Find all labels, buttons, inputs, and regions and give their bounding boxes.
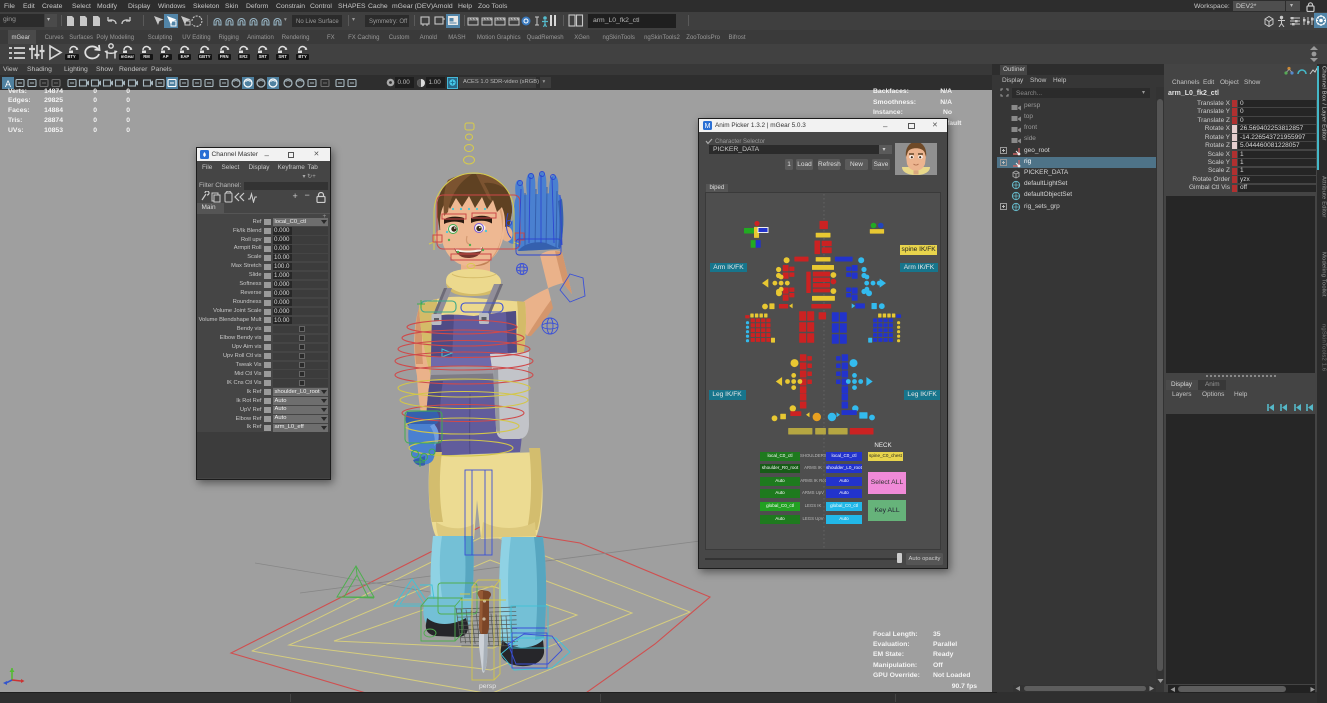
- svg-text:M: M: [705, 123, 711, 130]
